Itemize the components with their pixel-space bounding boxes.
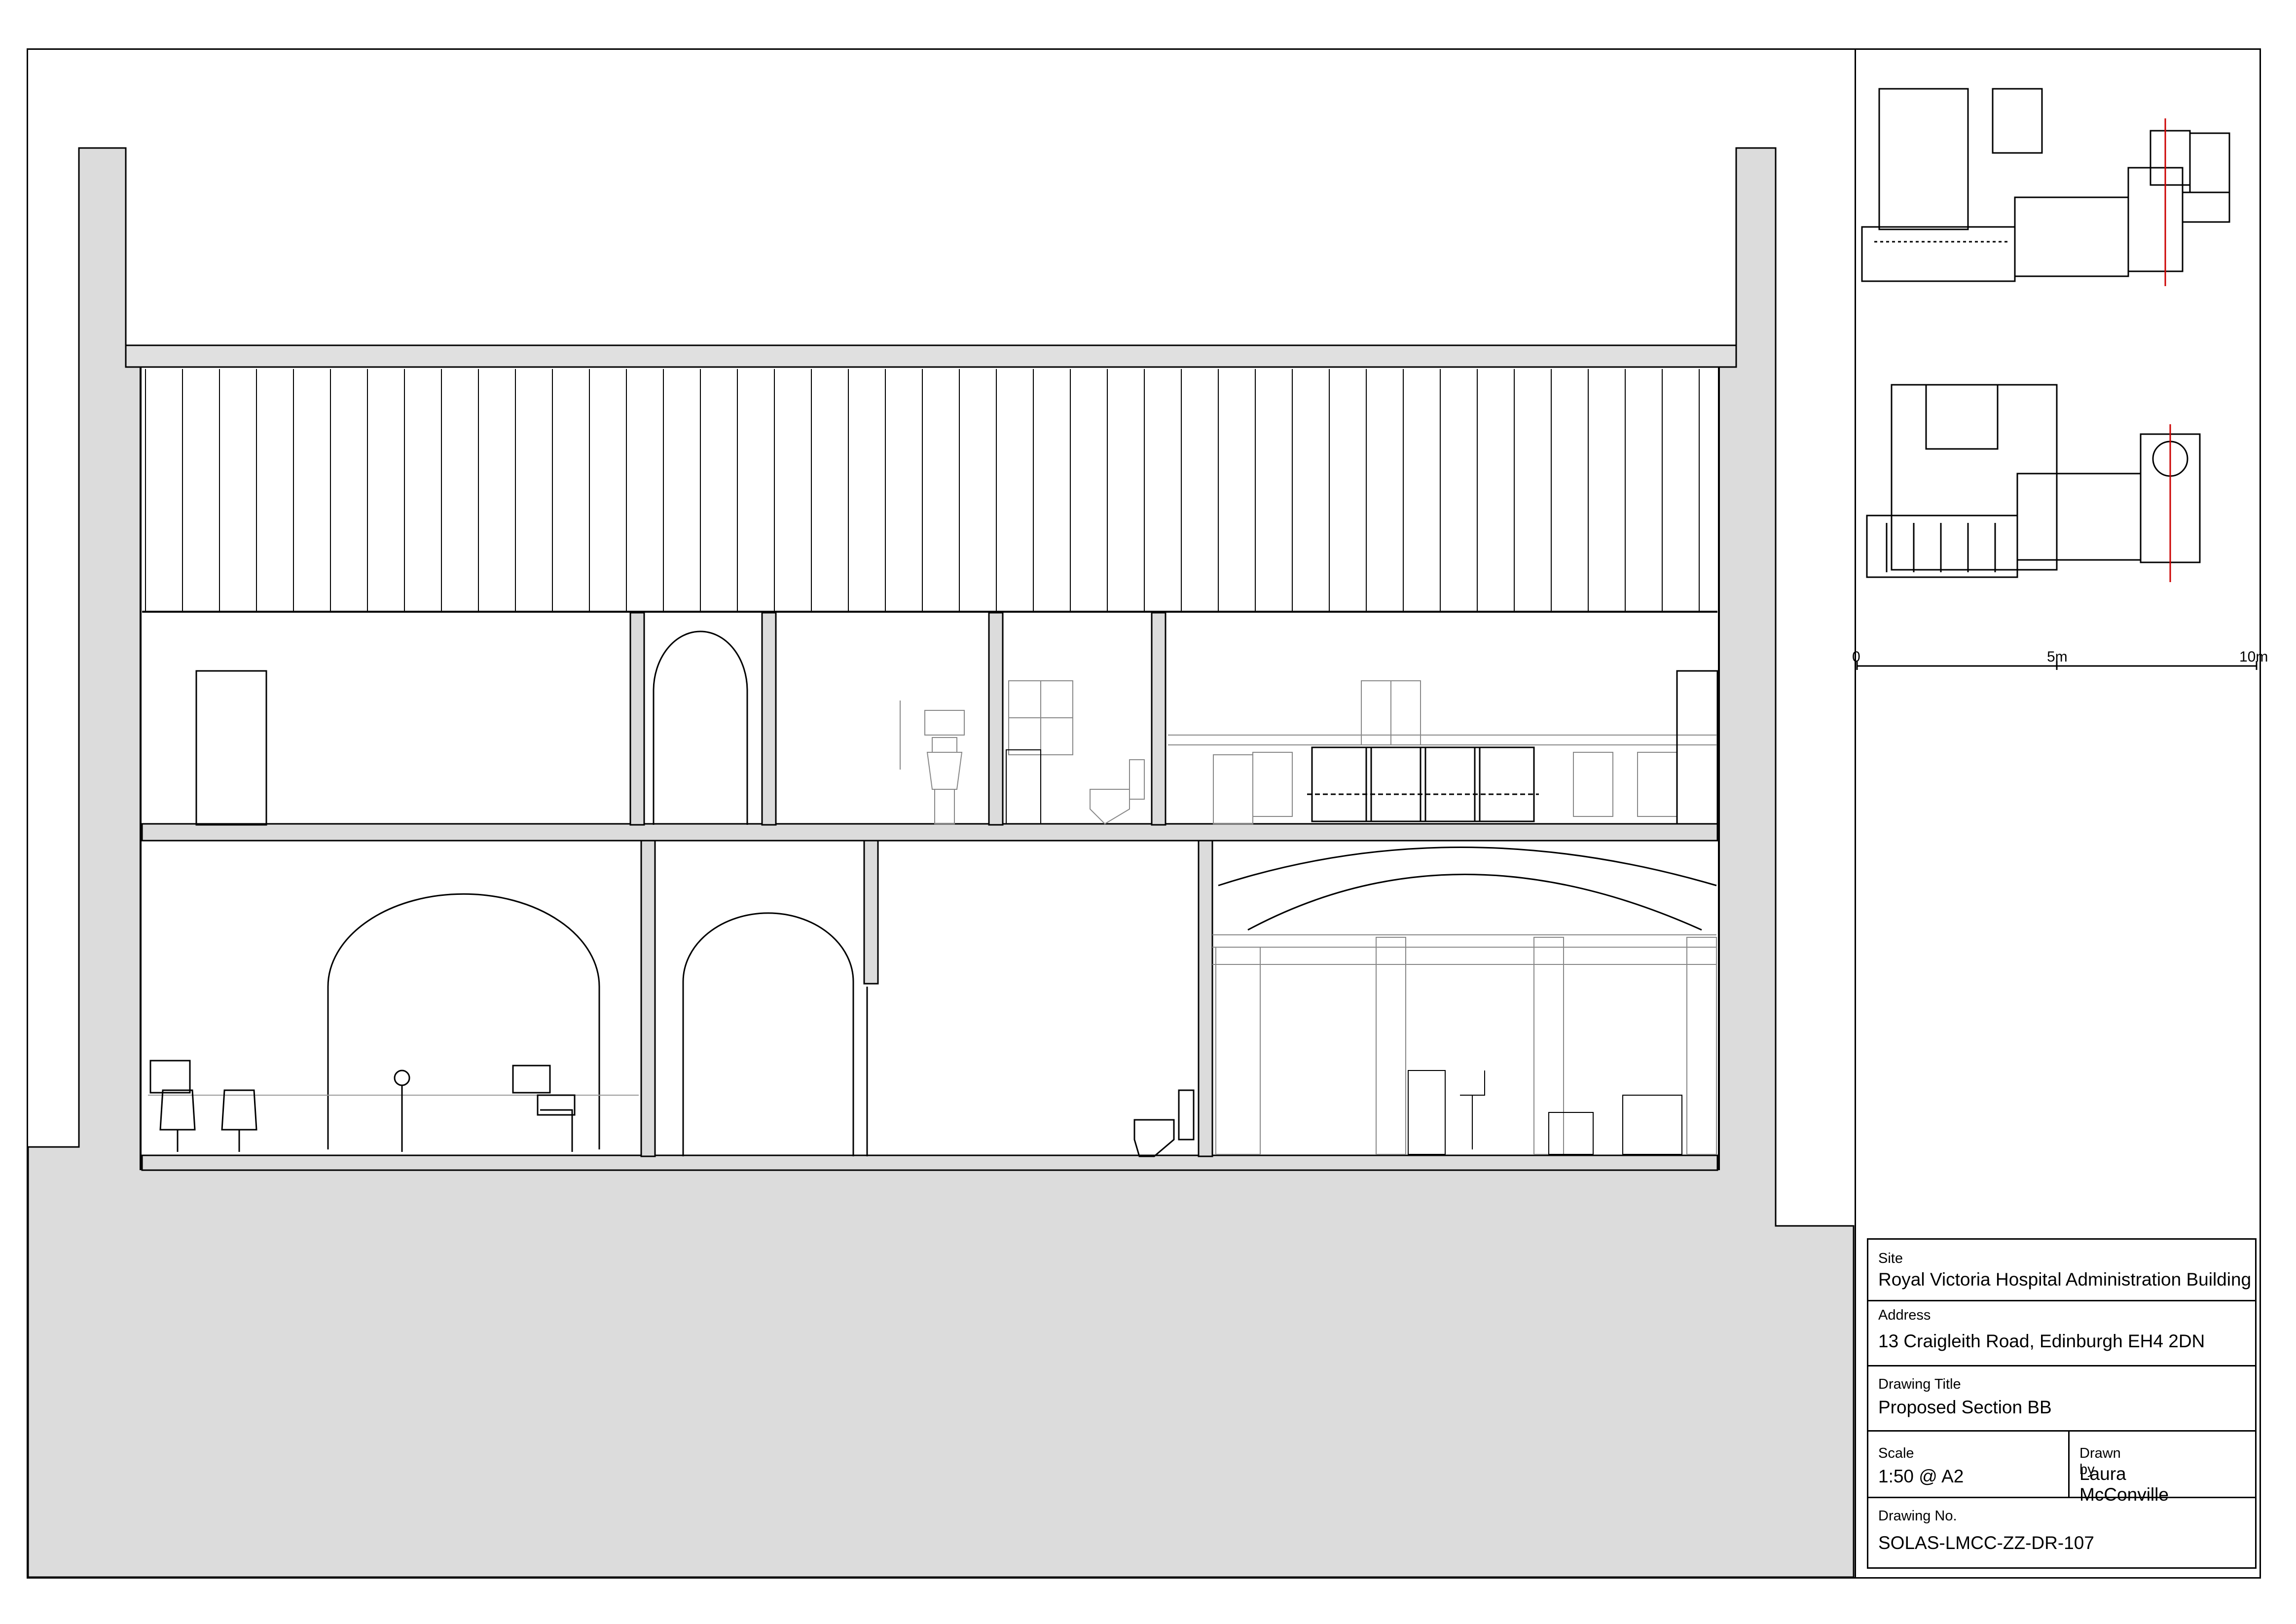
key-plan-first	[1866, 384, 2201, 582]
drawing-no-label: Drawing No.	[1878, 1508, 1957, 1524]
title-block-drawing-title: Drawing Title Proposed Section BB	[1868, 1366, 2255, 1432]
address-value: 13 Craigleith Road, Edinburgh EH4 2DN	[1878, 1331, 2205, 1351]
title-block-drawing-no: Drawing No. SOLAS-LMCC-ZZ-DR-107	[1868, 1498, 2255, 1567]
drawing-no-value: SOLAS-LMCC-ZZ-DR-107	[1878, 1533, 2094, 1553]
drawing-title-value: Proposed Section BB	[1878, 1397, 2052, 1417]
roof-slab	[125, 344, 1737, 368]
address-label: Address	[1878, 1307, 1931, 1323]
title-block-address: Address 13 Craigleith Road, Edinburgh EH…	[1868, 1301, 2255, 1366]
scale-bar-end: 10m	[2239, 649, 2268, 665]
site-label: Site	[1878, 1251, 1903, 1266]
title-block: Site Royal Victoria Hospital Administrat…	[1867, 1238, 2257, 1569]
title-block-site: Site Royal Victoria Hospital Administrat…	[1868, 1240, 2255, 1301]
drawing-title-label: Drawing Title	[1878, 1376, 1961, 1392]
site-value: Royal Victoria Hospital Administration B…	[1878, 1269, 2252, 1290]
title-block-column-divider: Drawn by Laura McConville	[2068, 1432, 2169, 1505]
scale-bar-start: 0	[1852, 649, 1860, 665]
title-block-scale-row: Scale 1:50 @ A2 Drawn by Laura McConvill…	[1868, 1432, 2255, 1505]
scale-bar-mid: 5m	[2047, 649, 2068, 665]
scale-value: 1:50 @ A2	[1878, 1466, 1964, 1486]
first-floor-slab	[141, 823, 1718, 842]
key-plan-ground	[1861, 88, 2230, 286]
scale-label: Scale	[1878, 1445, 1914, 1461]
ground-floor-slab	[141, 1154, 1718, 1171]
